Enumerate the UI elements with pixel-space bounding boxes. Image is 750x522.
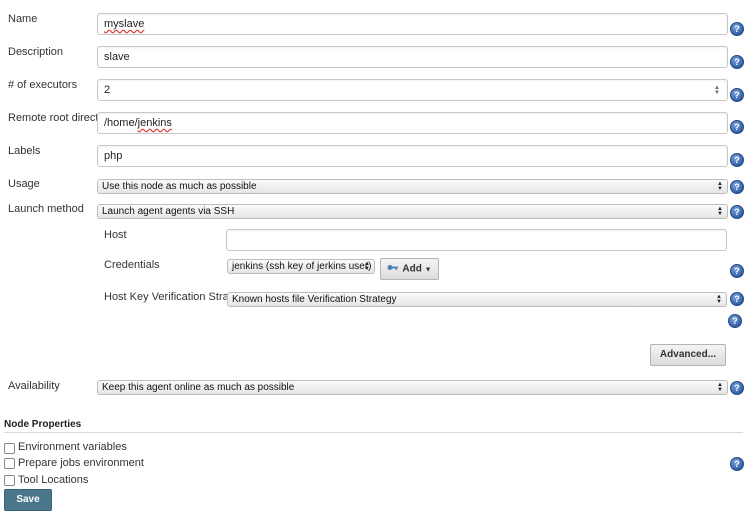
launch-method-select[interactable]: Launch agent agents via SSH ▲ ▼ [97, 204, 728, 219]
host-label: Host [104, 229, 127, 241]
description-input[interactable]: slave [97, 46, 728, 68]
help-icon[interactable]: ? [730, 180, 744, 194]
remote-root-value-user: jenkins [137, 117, 172, 129]
availability-select[interactable]: Keep this agent online as much as possib… [97, 380, 728, 395]
tool-locations-checkbox[interactable] [4, 475, 15, 486]
prepare-jobs-environment-label[interactable]: Prepare jobs environment [18, 457, 144, 469]
usage-select[interactable]: Use this node as much as possible ▲ ▼ [97, 179, 728, 194]
help-icon[interactable]: ? [730, 292, 744, 306]
name-label: Name [8, 13, 38, 25]
usage-selected: Use this node as much as possible [102, 181, 257, 192]
help-icon[interactable]: ? [730, 205, 744, 219]
help-icon[interactable]: ? [730, 153, 744, 167]
help-icon[interactable]: ? [730, 381, 744, 395]
remote-root-value-prefix: /home/ [104, 117, 138, 129]
credentials-label: Credentials [104, 259, 160, 271]
add-label: Add [402, 263, 422, 275]
caret-down-icon: ▼ [424, 266, 432, 274]
help-icon[interactable]: ? [730, 55, 744, 69]
save-button[interactable]: Save [4, 489, 52, 511]
select-arrows-icon: ▲ ▼ [717, 205, 723, 217]
select-arrows-icon: ▲ ▼ [717, 180, 723, 192]
add-credentials-button[interactable]: Add ▼ [380, 258, 439, 280]
host-input[interactable] [226, 229, 727, 251]
availability-selected: Keep this agent online as much as possib… [102, 382, 295, 393]
credentials-selected: jenkins (ssh key of jerkins user) [232, 261, 372, 272]
node-properties-title: Node Properties [4, 419, 82, 430]
availability-label: Availability [8, 380, 60, 392]
help-icon[interactable]: ? [728, 314, 742, 328]
labels-label: Labels [8, 145, 41, 157]
executors-input[interactable]: 2 ▲ ▼ [97, 79, 728, 101]
labels-value: php [104, 150, 123, 162]
prepare-jobs-environment-checkbox[interactable] [4, 458, 15, 469]
labels-input[interactable]: php [97, 145, 728, 167]
description-value: slave [104, 51, 130, 63]
name-input[interactable]: myslave [97, 13, 728, 35]
credentials-select[interactable]: jenkins (ssh key of jerkins user) ▲ ▼ [227, 259, 375, 274]
launch-method-selected: Launch agent agents via SSH [102, 206, 235, 217]
help-icon[interactable]: ? [730, 457, 744, 471]
stepper-arrows-icon[interactable]: ▲ ▼ [713, 85, 721, 96]
select-arrows-icon: ▲ ▼ [364, 260, 370, 272]
key-icon [387, 259, 399, 279]
usage-label: Usage [8, 178, 40, 190]
help-icon[interactable]: ? [730, 264, 744, 278]
launch-method-label: Launch method [8, 203, 84, 215]
host-key-selected: Known hosts file Verification Strategy [232, 294, 397, 305]
help-icon[interactable]: ? [730, 88, 744, 102]
tool-locations-label[interactable]: Tool Locations [18, 474, 88, 486]
advanced-button[interactable]: Advanced... [650, 344, 726, 366]
select-arrows-icon: ▲ ▼ [717, 381, 723, 393]
help-icon[interactable]: ? [730, 120, 744, 134]
description-label: Description [8, 46, 64, 58]
executors-label: # of executors [8, 79, 78, 91]
help-icon[interactable]: ? [730, 22, 744, 36]
host-key-select[interactable]: Known hosts file Verification Strategy ▲… [227, 292, 727, 307]
section-divider [4, 432, 743, 433]
remote-root-input[interactable]: /home/jenkins [97, 112, 728, 134]
environment-variables-checkbox[interactable] [4, 443, 15, 454]
environment-variables-label[interactable]: Environment variables [18, 441, 127, 453]
select-arrows-icon: ▲ ▼ [716, 293, 722, 305]
executors-value: 2 [104, 84, 111, 96]
name-value: myslave [104, 18, 145, 30]
